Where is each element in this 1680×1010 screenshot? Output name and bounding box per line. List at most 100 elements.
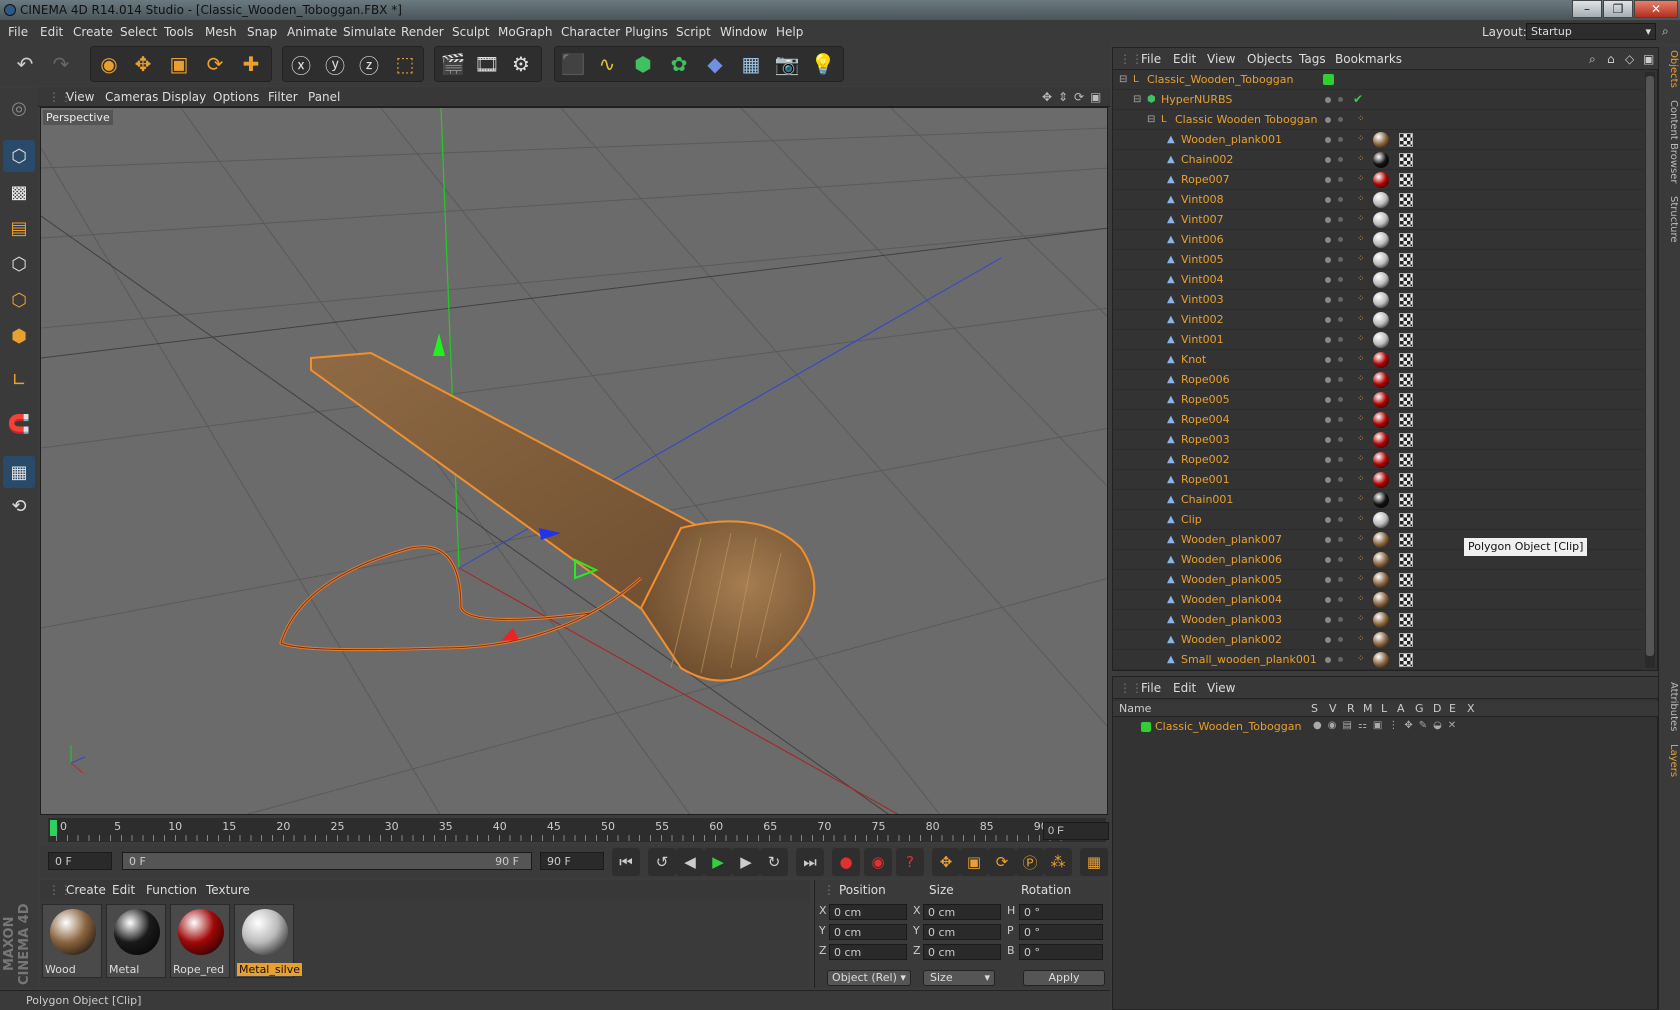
make-editable-icon[interactable]: ◎	[3, 92, 35, 124]
uvw-tag-icon[interactable]	[1399, 553, 1413, 567]
render-visibility-dot[interactable]	[1338, 457, 1343, 462]
uvw-tag-icon[interactable]	[1399, 293, 1413, 307]
render-visibility-dot[interactable]	[1338, 217, 1343, 222]
editor-visibility-dot[interactable]	[1325, 357, 1331, 363]
phong-tag-icon[interactable]: ⁘	[1357, 634, 1365, 644]
uvw-tag-icon[interactable]	[1399, 633, 1413, 647]
auto-key-icon[interactable]: ◉	[864, 848, 892, 876]
object-row-hypernurbs[interactable]: ⊟ ⬢ HyperNURBS ✔	[1113, 90, 1643, 110]
menu-animate[interactable]: Animate	[287, 25, 337, 39]
layer-menu-view[interactable]: View	[1207, 681, 1235, 695]
editor-visibility-dot[interactable]	[1325, 537, 1331, 543]
menu-file[interactable]: File	[8, 25, 28, 39]
object-row[interactable]: ▲ Wooden_plank004 ⁘	[1113, 590, 1643, 610]
material-tag-icon[interactable]	[1373, 212, 1389, 228]
material-tag-icon[interactable]	[1373, 352, 1389, 368]
render-visibility-dot[interactable]	[1338, 617, 1343, 622]
menu-character[interactable]: Character	[561, 25, 620, 39]
object-row[interactable]: ▲ Rope001 ⁘	[1113, 470, 1643, 490]
new-panel-icon[interactable]: ▣	[1643, 52, 1654, 66]
render-visibility-dot[interactable]	[1338, 297, 1343, 302]
render-visibility-dot[interactable]	[1338, 177, 1343, 182]
render-view-icon[interactable]: 🎬	[436, 47, 470, 81]
phong-tag-icon[interactable]: ⁘	[1357, 554, 1365, 564]
home-icon[interactable]: ⌂	[1607, 52, 1615, 66]
vp-menu-display[interactable]: Display	[162, 90, 206, 104]
tab-content-browser[interactable]: Content Browser	[1661, 97, 1679, 187]
col-s[interactable]: S	[1311, 702, 1318, 715]
move-icon[interactable]: ✥	[126, 47, 160, 81]
render-visibility-dot[interactable]	[1338, 657, 1343, 662]
phong-tag-icon[interactable]: ⁘	[1357, 374, 1365, 384]
tab-attributes[interactable]: Attributes	[1661, 679, 1679, 735]
render-visibility-dot[interactable]	[1338, 477, 1343, 482]
editor-visibility-dot[interactable]	[1325, 477, 1331, 483]
playhead[interactable]	[50, 820, 57, 836]
search-icon[interactable]: ⌕	[1662, 24, 1669, 39]
previous-frame-icon[interactable]: ◀	[676, 848, 704, 876]
menu-help[interactable]: Help	[776, 25, 803, 39]
editor-visibility-dot[interactable]	[1325, 417, 1331, 423]
phong-tag-icon[interactable]: ⁘	[1357, 474, 1365, 484]
minimize-button[interactable]: –	[1572, 0, 1602, 18]
phong-tag-icon[interactable]: ⁘	[1357, 434, 1365, 444]
vp-menu-filter[interactable]: Filter	[268, 90, 298, 104]
phong-tag-icon[interactable]: ⁘	[1357, 514, 1365, 524]
obj-menu-edit[interactable]: Edit	[1173, 52, 1196, 66]
pan-icon[interactable]: ✥	[1042, 90, 1052, 104]
uvw-tag-icon[interactable]	[1399, 373, 1413, 387]
orbit-icon[interactable]: ⟳	[1074, 90, 1084, 104]
scrollbar-thumb[interactable]	[1646, 76, 1654, 656]
z-axis-icon[interactable]: ⓩ	[352, 47, 386, 81]
editor-visibility-dot[interactable]	[1325, 297, 1331, 303]
material-tag-icon[interactable]	[1373, 272, 1389, 288]
object-row-root[interactable]: ⊟ L Classic_Wooden_Toboggan	[1113, 70, 1643, 90]
object-row[interactable]: ▲ Rope007 ⁘	[1113, 170, 1643, 190]
phong-tag-icon[interactable]: ⁘	[1357, 294, 1365, 304]
position-field[interactable]: 0 cm	[829, 944, 907, 960]
spline-icon[interactable]: ∿	[590, 47, 624, 81]
material-tag-icon[interactable]	[1373, 252, 1389, 268]
object-row[interactable]: ▲ Vint001 ⁘	[1113, 330, 1643, 350]
position-field[interactable]: 0 cm	[829, 924, 907, 940]
editor-visibility-dot[interactable]	[1325, 517, 1331, 523]
editor-visibility-dot[interactable]	[1325, 557, 1331, 563]
size-field[interactable]: 0 cm	[923, 924, 1001, 940]
editor-visibility-dot[interactable]	[1325, 317, 1331, 323]
scale-icon[interactable]: ▣	[162, 47, 196, 81]
play-icon[interactable]: ▶	[704, 848, 732, 876]
col-e[interactable]: E	[1449, 702, 1456, 715]
floor-icon[interactable]: ▦	[734, 47, 768, 81]
render-visibility-dot[interactable]	[1338, 257, 1343, 262]
material-tag-icon[interactable]	[1373, 492, 1389, 508]
editor-visibility-dot[interactable]	[1325, 177, 1331, 183]
material-swatch[interactable]: Rope_red	[170, 904, 230, 978]
live-selection-icon[interactable]: ◉	[92, 47, 126, 81]
object-row[interactable]: ▲ Vint004 ⁘	[1113, 270, 1643, 290]
object-row[interactable]: ▲ Vint007 ⁘	[1113, 210, 1643, 230]
mat-menu-create[interactable]: Create	[66, 883, 106, 897]
layer-menu-edit[interactable]: Edit	[1173, 681, 1196, 695]
key-scale-icon[interactable]: ▣	[960, 848, 988, 876]
redo-icon[interactable]: ↷	[44, 47, 78, 81]
deformer-icon[interactable]: ◆	[698, 47, 732, 81]
menu-sculpt[interactable]: Sculpt	[452, 25, 489, 39]
object-row[interactable]: ▲ Rope005 ⁘	[1113, 390, 1643, 410]
col-d[interactable]: D	[1433, 702, 1441, 715]
texture-mode-icon[interactable]: ▩	[3, 176, 35, 208]
current-frame-field[interactable]	[1043, 822, 1109, 840]
material-swatch[interactable]: Wood	[42, 904, 102, 978]
editor-visibility-dot[interactable]	[1325, 277, 1331, 283]
editor-visibility-dot[interactable]	[1325, 237, 1331, 243]
render-picture-viewer-icon[interactable]: 🎞	[470, 47, 504, 81]
expand-icon[interactable]: ⊟	[1147, 114, 1157, 125]
layer-color-icon[interactable]	[1141, 722, 1151, 732]
editor-visibility-dot[interactable]	[1325, 457, 1331, 463]
editor-visibility-dot[interactable]	[1325, 397, 1331, 403]
grid-snap-icon[interactable]: ⟲	[3, 490, 35, 522]
material-tag-icon[interactable]	[1373, 292, 1389, 308]
phong-tag-icon[interactable]: ⁘	[1357, 134, 1365, 144]
phong-tag-icon[interactable]: ⁘	[1357, 534, 1365, 544]
position-field[interactable]: 0 cm	[829, 904, 907, 920]
layer-row[interactable]: Classic_Wooden_Toboggan ●◉▤⚏▣⋮✥✎◒✕	[1113, 718, 1659, 736]
